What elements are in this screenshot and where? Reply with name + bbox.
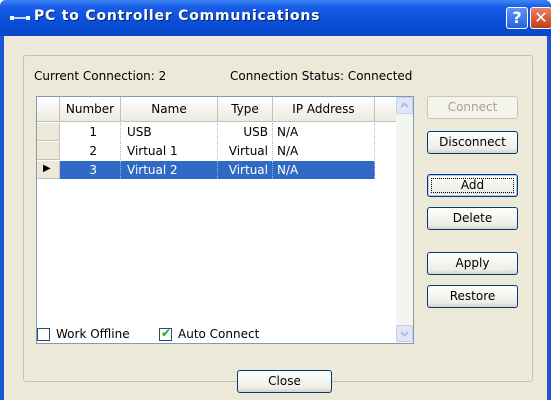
delete-button-label: Delete bbox=[452, 211, 493, 225]
work-offline-checkbox[interactable]: Work Offline bbox=[37, 326, 147, 342]
close-window-button[interactable]: ✕ bbox=[530, 7, 551, 29]
column-header-number[interactable]: Number bbox=[60, 97, 121, 122]
apply-button-label: Apply bbox=[455, 256, 490, 270]
add-button-label: Add bbox=[460, 178, 485, 192]
cell-ip-address: N/A bbox=[273, 123, 375, 141]
scroll-down-button[interactable] bbox=[396, 325, 413, 342]
row-header-corner bbox=[37, 97, 60, 122]
cell-ip-address: N/A bbox=[273, 161, 375, 179]
table-header: Number Name Type IP Address bbox=[37, 97, 396, 122]
help-button[interactable]: ? bbox=[506, 7, 528, 29]
cell-type: Virtual bbox=[218, 142, 273, 160]
title-bar[interactable]: PC to Controller Communications ? ✕ bbox=[0, 0, 551, 36]
row-header[interactable] bbox=[37, 142, 60, 160]
column-header-ip-address[interactable]: IP Address bbox=[273, 97, 375, 122]
table-row[interactable]: 1 USB USB N/A bbox=[37, 123, 396, 141]
connect-button-label: Connect bbox=[447, 100, 498, 114]
connect-button[interactable]: Connect bbox=[427, 96, 518, 119]
auto-connect-checkbox-box[interactable]: ✔ bbox=[159, 326, 172, 341]
row-header[interactable] bbox=[37, 123, 60, 141]
cell-type: Virtual bbox=[218, 161, 273, 179]
auto-connect-checkbox[interactable]: ✔ Auto Connect bbox=[159, 326, 279, 342]
apply-button[interactable]: Apply bbox=[427, 252, 518, 275]
table-row-selected[interactable]: ▶ 3 Virtual 2 Virtual N/A bbox=[37, 161, 396, 179]
connection-icon bbox=[10, 16, 30, 20]
vertical-scrollbar[interactable] bbox=[396, 97, 413, 343]
cell-type: USB bbox=[218, 123, 273, 141]
auto-connect-label[interactable]: Auto Connect bbox=[178, 327, 259, 341]
current-row-indicator-icon: ▶ bbox=[43, 163, 51, 174]
current-connection-label: Current Connection: 2 bbox=[34, 69, 167, 83]
close-button[interactable]: Close bbox=[237, 370, 332, 393]
close-button-label: Close bbox=[268, 374, 301, 388]
column-header-type[interactable]: Type bbox=[218, 97, 273, 122]
cell-number: 1 bbox=[60, 123, 121, 141]
dialog-window: PC to Controller Communications ? ✕ Curr… bbox=[0, 0, 551, 400]
cell-number: 3 bbox=[60, 161, 121, 179]
disconnect-button[interactable]: Disconnect bbox=[427, 131, 518, 154]
add-button[interactable]: Add bbox=[427, 174, 518, 197]
checkmark-icon: ✔ bbox=[161, 326, 172, 340]
connections-table[interactable]: Number Name Type IP Address 1 USB USB N/… bbox=[36, 96, 414, 344]
cell-ip-address: N/A bbox=[273, 142, 375, 160]
column-header-name[interactable]: Name bbox=[121, 97, 218, 122]
row-header[interactable]: ▶ bbox=[37, 161, 60, 179]
disconnect-button-label: Disconnect bbox=[439, 135, 506, 149]
cell-name: USB bbox=[121, 123, 218, 141]
restore-button[interactable]: Restore bbox=[427, 285, 518, 308]
connection-status-label: Connection Status: Connected bbox=[230, 69, 413, 83]
work-offline-label[interactable]: Work Offline bbox=[56, 327, 130, 341]
scroll-up-button[interactable] bbox=[396, 97, 413, 114]
cell-number: 2 bbox=[60, 142, 121, 160]
cell-name: Virtual 1 bbox=[121, 142, 218, 160]
chevron-down-icon bbox=[400, 331, 409, 337]
cell-name: Virtual 2 bbox=[121, 161, 218, 179]
window-title: PC to Controller Communications bbox=[34, 8, 321, 24]
work-offline-checkbox-box[interactable] bbox=[37, 328, 50, 341]
dialog-client-area: Current Connection: 2 Connection Status:… bbox=[4, 36, 547, 400]
restore-button-label: Restore bbox=[449, 289, 496, 303]
chevron-up-icon bbox=[400, 102, 409, 108]
table-row[interactable]: 2 Virtual 1 Virtual N/A bbox=[37, 142, 396, 160]
delete-button[interactable]: Delete bbox=[427, 207, 518, 230]
